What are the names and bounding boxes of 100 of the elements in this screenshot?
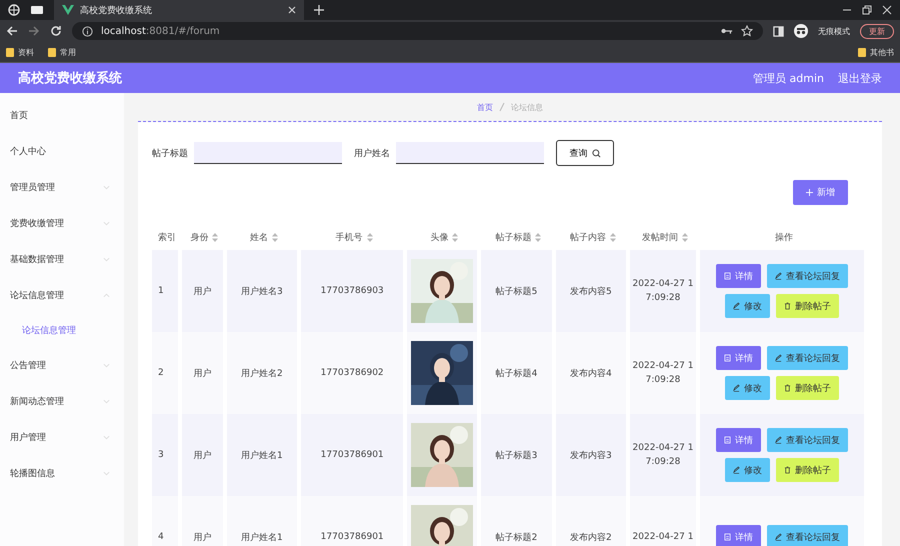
search-icon [592, 148, 600, 158]
delete-button[interactable]: 删除帖子 [776, 294, 839, 318]
info-icon [82, 26, 93, 36]
menu-item[interactable]: 首页 [0, 97, 124, 133]
back-icon[interactable] [6, 25, 18, 37]
table-cell: 17703786902 [301, 332, 408, 414]
sort-icon [452, 233, 458, 242]
detail-button[interactable]: 详情 [716, 525, 761, 546]
caret-icon [103, 184, 110, 190]
search-field[interactable] [396, 142, 544, 164]
reply-button[interactable]: 查看论坛回复 [767, 346, 848, 370]
caret-icon [103, 434, 110, 440]
pencil-icon [733, 384, 740, 392]
pencil-icon [775, 533, 782, 541]
incognito-icon [794, 24, 808, 38]
menu-item[interactable]: 用户管理 [0, 419, 124, 455]
tab-switch-icon[interactable] [30, 5, 44, 15]
caret-icon [103, 256, 110, 262]
detail-button[interactable]: 详情 [716, 264, 761, 288]
reload-icon[interactable] [50, 25, 62, 37]
trash-icon [784, 302, 791, 310]
trash-icon [784, 466, 791, 474]
trash-icon [784, 384, 791, 392]
incognito-label: 无痕模式 [818, 26, 850, 36]
sort-icon [535, 233, 542, 242]
table-cell: 17703786901 [301, 414, 408, 496]
sort-icon [212, 233, 218, 242]
document-icon [724, 354, 731, 362]
bookmark[interactable]: 常用 [48, 46, 76, 58]
pencil-icon [733, 302, 740, 310]
plus-icon[interactable] [314, 5, 324, 15]
menu-item[interactable]: 轮播图信息 [0, 455, 124, 491]
update-button[interactable]: 更新 [860, 24, 894, 38]
star-icon[interactable] [741, 25, 753, 37]
menu-item[interactable]: 管理员管理 [0, 169, 124, 205]
menu-item[interactable]: 新闻动态管理 [0, 383, 124, 419]
bookmark[interactable]: 其他书 [858, 46, 894, 58]
breadcrumb-item: 论坛信息 [511, 102, 543, 112]
address-bar[interactable]: localhost:8081/#/forum [72, 22, 763, 40]
side-panel-icon[interactable] [773, 26, 784, 36]
pencil-icon [733, 466, 740, 474]
detail-button[interactable]: 详情 [716, 346, 761, 370]
close-icon[interactable] [882, 5, 892, 15]
column-header[interactable]: 发帖时间 [630, 215, 700, 250]
edit-button[interactable]: 修改 [725, 458, 770, 482]
reply-button[interactable]: 查看论坛回复 [767, 428, 848, 452]
field-label: 帖子标题 [152, 148, 188, 160]
add-button[interactable]: 新增 [793, 180, 848, 205]
delete-button[interactable]: 删除帖子 [776, 458, 839, 482]
sort-icon [682, 233, 688, 242]
column-header: 索引 [156, 232, 177, 245]
plus-icon [806, 189, 813, 196]
pencil-icon [775, 436, 782, 444]
search-field[interactable] [194, 142, 342, 164]
reply-button[interactable]: 查看论坛回复 [767, 525, 848, 546]
detail-button[interactable]: 详情 [716, 428, 761, 452]
submenu-item[interactable]: 论坛信息管理 [0, 313, 124, 347]
forward-icon[interactable] [28, 25, 40, 37]
close-icon[interactable] [288, 6, 296, 14]
breadcrumb-item[interactable]: 首页 [477, 102, 493, 112]
delete-button[interactable]: 删除帖子 [776, 376, 839, 400]
key-icon[interactable] [721, 27, 733, 35]
search-button[interactable]: 查询 [556, 140, 614, 166]
app-title: 高校党费收缴系统 [18, 70, 122, 87]
edit-button[interactable]: 修改 [725, 294, 770, 318]
caret-icon [103, 292, 110, 298]
globe-icon[interactable] [8, 4, 20, 16]
tab-title: 高校党费收缴系统 [80, 4, 152, 16]
caret-icon [103, 220, 110, 226]
caret-icon [103, 398, 110, 404]
document-icon [724, 533, 731, 541]
column-header[interactable]: 姓名 [226, 215, 302, 250]
pencil-icon [775, 272, 782, 280]
sort-icon [610, 233, 616, 242]
column-header[interactable]: 帖子标题 [481, 215, 556, 250]
column-header[interactable]: 身份 [182, 215, 227, 250]
menu-item[interactable]: 基础数据管理 [0, 241, 124, 277]
sort-icon [366, 233, 373, 242]
caret-icon [103, 362, 110, 368]
menu-item[interactable]: 公告管理 [0, 347, 124, 383]
menu-item[interactable]: 论坛信息管理 [0, 277, 124, 313]
menu-item[interactable]: 党费收缴管理 [0, 205, 124, 241]
user-name: 管理员 admin [753, 70, 824, 86]
reply-button[interactable]: 查看论坛回复 [767, 264, 848, 288]
pencil-icon [775, 354, 782, 362]
breadcrumb-separator-icon [499, 102, 505, 112]
restore-icon[interactable] [862, 5, 872, 15]
table-cell: 17703786901 [301, 496, 408, 546]
document-icon [724, 272, 731, 280]
menu-item[interactable]: 个人中心 [0, 133, 124, 169]
browser-tab[interactable]: 高校党费收缴系统 [54, 0, 304, 20]
column-header[interactable]: 头像 [407, 215, 482, 250]
column-header[interactable]: 手机号 [301, 215, 408, 250]
column-header[interactable]: 帖子内容 [556, 215, 630, 250]
edit-button[interactable]: 修改 [725, 376, 770, 400]
column-header: 操作 [774, 232, 794, 245]
caret-icon [103, 470, 110, 476]
bookmark[interactable]: 资料 [6, 46, 34, 58]
logout-link[interactable]: 退出登录 [838, 70, 882, 86]
table-cell: 17703786903 [301, 250, 408, 332]
